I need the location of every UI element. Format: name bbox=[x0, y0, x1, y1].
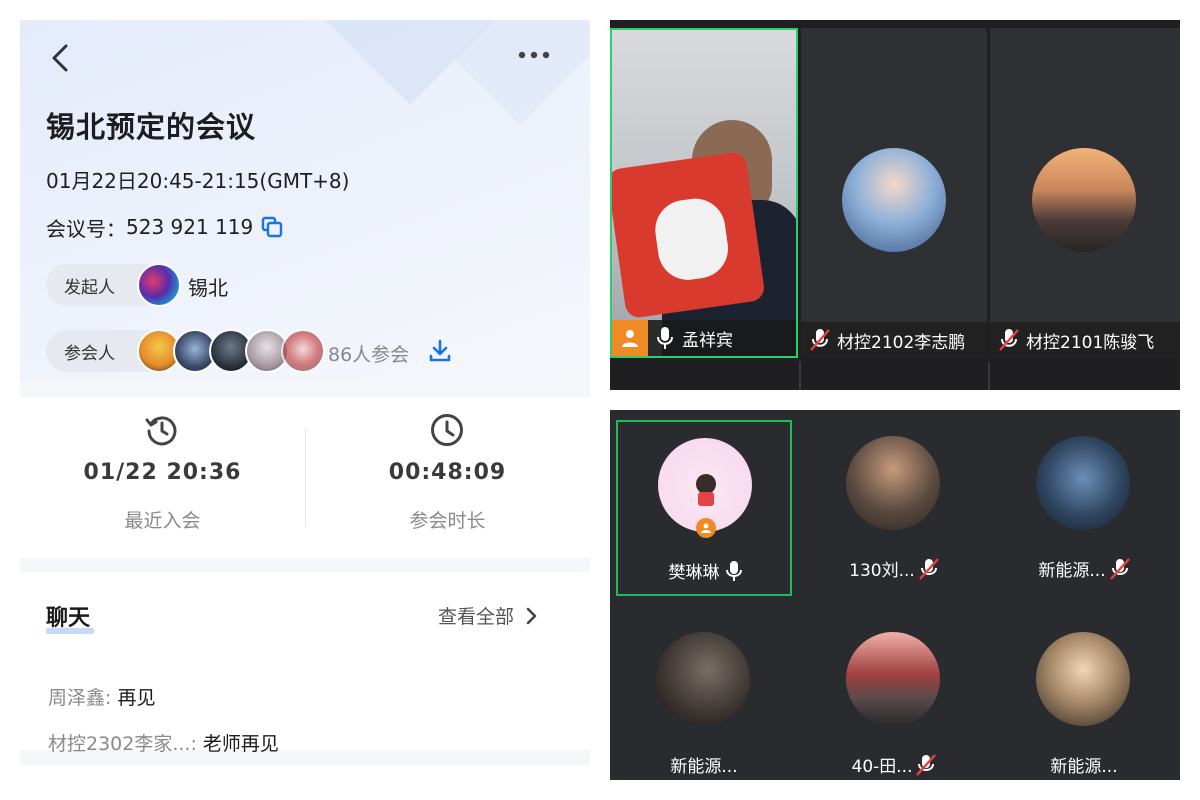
mic-icon bbox=[657, 327, 673, 349]
meeting-header: 锡北预定的会议 01月22日20:45-21:15(GMT+8) 会议号： 52… bbox=[20, 20, 590, 380]
copy-icon[interactable] bbox=[261, 216, 283, 238]
view-all-link[interactable]: 查看全部 bbox=[438, 602, 538, 629]
stat-duration: 00:48:09 参会时长 bbox=[305, 398, 590, 558]
participant-label: 新能源... bbox=[616, 752, 792, 777]
host-icon bbox=[612, 320, 648, 356]
participant-avatar bbox=[842, 148, 946, 252]
participant-name: 130刘... bbox=[849, 561, 915, 581]
meeting-time: 01月22日20:45-21:15(GMT+8) bbox=[46, 169, 350, 193]
last-join-label: 最近入会 bbox=[124, 510, 201, 532]
participant-tile[interactable]: 新能源... bbox=[996, 420, 1172, 596]
chevron-right-icon bbox=[526, 607, 537, 624]
video-strip: 孟祥宾 材控2102李志鹏 材控2101陈骏飞 bbox=[610, 20, 1180, 390]
participant-label: 130刘... bbox=[806, 556, 982, 581]
download-icon[interactable] bbox=[428, 338, 452, 364]
meeting-detail-panel: 锡北预定的会议 01月22日20:45-21:15(GMT+8) 会议号： 52… bbox=[20, 20, 590, 765]
attendees-label: 参会人 bbox=[64, 343, 115, 364]
participant-label: 樊琳琳 bbox=[618, 558, 794, 583]
participant-name: 孟祥宾 bbox=[682, 330, 733, 351]
participant-tile[interactable]: 新能源... bbox=[996, 616, 1172, 792]
message-sender: 材控2302李家...: bbox=[48, 733, 203, 755]
participant-avatar bbox=[846, 436, 940, 530]
divider bbox=[988, 362, 990, 390]
meeting-id-label: 会议号： bbox=[46, 216, 126, 241]
participant-avatar bbox=[656, 632, 750, 726]
message-sender: 周泽鑫: bbox=[48, 687, 118, 709]
host-badge-icon bbox=[696, 518, 716, 538]
participant-tile[interactable]: 新能源... bbox=[616, 616, 792, 792]
host-avatar[interactable] bbox=[137, 263, 181, 307]
mic-muted-icon bbox=[916, 753, 937, 776]
participant-avatar bbox=[1032, 148, 1136, 252]
tile-label: 材控2102李志鹏 bbox=[801, 322, 987, 358]
view-all-label: 查看全部 bbox=[438, 606, 515, 628]
participant-label: 40-田... bbox=[806, 752, 982, 777]
attendee-count: 86人参会 bbox=[328, 344, 410, 366]
video-strip-footer bbox=[610, 362, 1180, 390]
message-text: 老师再见 bbox=[202, 733, 279, 755]
participant-tile[interactable]: 樊琳琳 bbox=[616, 420, 792, 596]
participant-avatar bbox=[1036, 632, 1130, 726]
chat-message: 材控2302李家...: 老师再见 bbox=[48, 729, 279, 756]
participant-tile[interactable]: 40-田... bbox=[806, 616, 982, 792]
video-tile[interactable]: 材控2102李志鹏 bbox=[801, 28, 987, 358]
host-name: 锡北 bbox=[188, 276, 228, 300]
meeting-id-row: 会议号： 523 921 119 bbox=[46, 213, 283, 241]
mic-muted-icon bbox=[999, 329, 1019, 351]
participant-name: 40-田... bbox=[851, 757, 913, 777]
video-tile[interactable]: 材控2101陈骏飞 bbox=[990, 28, 1180, 358]
message-text: 再见 bbox=[117, 687, 156, 709]
host-label: 发起人 bbox=[64, 277, 115, 298]
divider bbox=[799, 362, 801, 390]
participant-name: 材控2102李志鹏 bbox=[837, 332, 966, 353]
tile-label: 孟祥宾 bbox=[612, 320, 796, 356]
participant-name: 新能源... bbox=[1050, 757, 1118, 777]
duration-value: 00:48:09 bbox=[388, 460, 507, 485]
meeting-title: 锡北预定的会议 bbox=[46, 110, 257, 144]
chat-message: 周泽鑫: 再见 bbox=[48, 683, 155, 710]
meeting-id: 523 921 119 bbox=[126, 215, 254, 239]
back-icon[interactable] bbox=[46, 42, 76, 74]
duration-label: 参会时长 bbox=[409, 510, 486, 532]
clock-icon bbox=[431, 414, 463, 446]
video-tile[interactable]: 孟祥宾 bbox=[610, 28, 798, 358]
mic-muted-icon bbox=[918, 557, 939, 580]
participant-name: 材控2101陈骏飞 bbox=[1026, 332, 1155, 353]
participant-label: 新能源... bbox=[996, 556, 1172, 581]
history-clock-icon bbox=[145, 416, 177, 446]
participant-name: 新能源... bbox=[1038, 561, 1106, 581]
participant-name: 新能源... bbox=[670, 757, 738, 777]
attendee-avatar bbox=[281, 329, 325, 373]
stats-section: 01/22 20:36 最近入会 00:48:09 参会时长 bbox=[20, 398, 590, 558]
mic-muted-icon bbox=[1109, 557, 1130, 580]
participant-label: 新能源... bbox=[996, 752, 1172, 777]
tile-label: 材控2101陈骏飞 bbox=[990, 322, 1180, 358]
stat-last-join: 01/22 20:36 最近入会 bbox=[20, 398, 305, 558]
chat-section: 聊天 查看全部 周泽鑫: 再见 材控2302李家...: 老师再见 bbox=[20, 572, 590, 755]
held-object bbox=[612, 150, 766, 320]
participant-tile[interactable]: 130刘... bbox=[806, 420, 982, 596]
last-join-value: 01/22 20:36 bbox=[83, 460, 242, 485]
decorative-shape bbox=[435, 20, 590, 125]
mic-icon bbox=[725, 560, 742, 581]
participant-avatar bbox=[1036, 436, 1130, 530]
mic-muted-icon bbox=[810, 329, 830, 351]
chat-title: 聊天 bbox=[46, 606, 91, 631]
participant-avatar bbox=[846, 632, 940, 726]
more-icon[interactable] bbox=[516, 44, 552, 66]
participant-name: 樊琳琳 bbox=[668, 563, 720, 583]
participant-grid: 樊琳琳 130刘... 新能源... 新能源... 40-田... 新能源... bbox=[610, 410, 1180, 780]
